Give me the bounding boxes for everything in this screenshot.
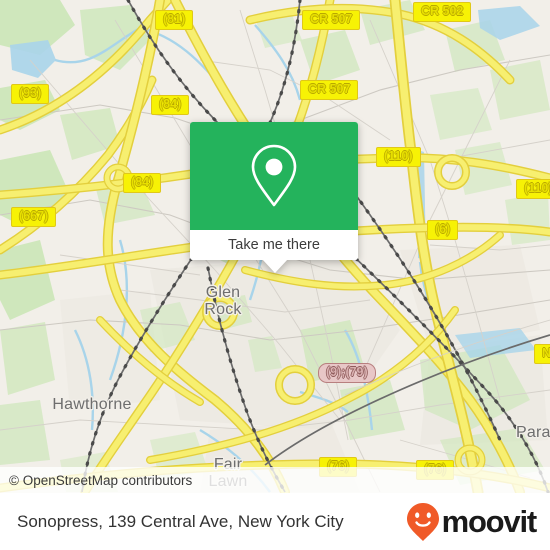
road-shield-110-right[interactable]: (110): [516, 179, 550, 199]
popup-tail: [262, 259, 288, 273]
popup-header: [190, 122, 358, 230]
road-shield-81[interactable]: (81): [155, 10, 194, 30]
popup-footer[interactable]: Take me there: [190, 230, 358, 260]
moovit-wordmark: moovit: [441, 504, 538, 539]
location-popup[interactable]: Take me there: [190, 122, 358, 273]
road-shield-84-upper[interactable]: (84): [151, 95, 190, 115]
road-shield-cr-507-top[interactable]: CR 507: [302, 10, 361, 30]
road-shield-6[interactable]: (6): [427, 220, 459, 240]
location-title: Sonopress, 139 Central Ave, New York Cit…: [17, 511, 344, 531]
map-pin-icon: [251, 144, 297, 207]
road-shield-667[interactable]: (667): [11, 207, 57, 227]
map-screenshot: .w { fill:none; stroke:#a8d4ea; stroke-w…: [0, 0, 550, 550]
attribution-text: © OpenStreetMap contributors: [9, 472, 193, 488]
road-shield-cr-502[interactable]: CR 502: [413, 2, 472, 22]
moovit-brand[interactable]: moovit: [406, 502, 538, 542]
road-shield-93[interactable]: (93): [11, 84, 50, 104]
road-shield-9-79[interactable]: (9);(79): [318, 363, 376, 383]
moovit-pin-smiley-icon: [406, 502, 439, 541]
popup-body: Take me there: [190, 122, 358, 260]
take-me-there-label: Take me there: [228, 237, 320, 253]
road-shield-cr-507-mid[interactable]: CR 507: [300, 80, 359, 100]
road-shield-110-left[interactable]: (110): [376, 147, 421, 167]
map-canvas[interactable]: .w { fill:none; stroke:#a8d4ea; stroke-w…: [0, 0, 550, 493]
map-attribution[interactable]: © OpenStreetMap contributors: [0, 467, 550, 493]
road-shield-84-lower[interactable]: (84): [123, 173, 162, 193]
bottom-info-bar: Sonopress, 139 Central Ave, New York Cit…: [0, 493, 550, 550]
road-shield-nj[interactable]: NJ: [534, 344, 550, 364]
